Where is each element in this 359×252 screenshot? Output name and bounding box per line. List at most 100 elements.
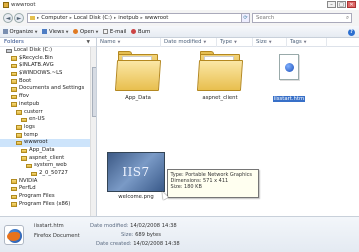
column-name-label: Name (100, 39, 116, 45)
help-icon[interactable]: ? (348, 28, 355, 36)
folder-tree-item[interactable]: $INLATB.AVG (0, 62, 96, 70)
folders-header[interactable]: Folders ▼ (0, 38, 96, 47)
folder-tree-item[interactable]: custerr (0, 109, 96, 117)
minimize-button[interactable]: – (327, 1, 336, 8)
folder-icon (16, 133, 22, 138)
column-type[interactable]: Type ▼ (217, 38, 253, 47)
back-button[interactable]: ◄ (3, 13, 13, 23)
image-thumbnail: IIS7 (107, 152, 165, 192)
details-file-name: iisstart.htm (34, 223, 64, 229)
maximize-button[interactable]: □ (337, 1, 346, 8)
folder-icon (21, 148, 27, 154)
column-tags[interactable]: Tags ▼ (287, 38, 327, 47)
file-item-aspnet-client[interactable]: aspnet_client (189, 51, 251, 101)
folder-tree-item[interactable]: inetpub (0, 101, 96, 109)
folder-icon (11, 102, 17, 107)
column-name[interactable]: Name ▼ (97, 38, 161, 47)
address-field[interactable]: ▸ Computer ▸ Local Disk (C:) ▸ inetpub ▸… (27, 13, 242, 23)
chevron-down-icon: ▼ (95, 29, 99, 34)
folder-tree-label: en-US (29, 116, 45, 123)
chevron-down-icon: ▼ (117, 40, 121, 44)
folder-icon (3, 2, 9, 8)
open-button[interactable]: Open ▼ (73, 29, 98, 35)
folder-icon (21, 156, 27, 161)
refresh-button[interactable]: ⟳ (241, 13, 250, 23)
window-controls: – □ ✕ (327, 1, 356, 8)
folder-tree-item[interactable]: Boot (0, 78, 96, 86)
column-size-label: Size (256, 39, 267, 45)
organize-label: Organize (9, 28, 34, 35)
chevron-down-icon: ▼ (34, 29, 38, 34)
folder-tree-label: $INLATB.AVG (19, 62, 54, 69)
forward-button[interactable]: ► (14, 13, 24, 23)
tooltip-type: Type: Portable Network Graphics (170, 171, 253, 178)
column-date-modified[interactable]: Date modified ▼ (161, 38, 217, 47)
folder-tree-label: inetpub (19, 100, 40, 107)
folder-tree: Local Disk (C:) $Recycle.Bin $INLATB.AVG $W… (0, 47, 96, 208)
folder-icon (11, 94, 17, 100)
chevron-down-icon: ▼ (268, 40, 272, 44)
close-button[interactable]: ✕ (347, 1, 356, 8)
folder-icon (31, 171, 37, 177)
folder-tree-label: ffov (19, 93, 30, 100)
views-label: Views (48, 28, 65, 35)
file-item-iisstart[interactable]: iisstart.htm (258, 50, 320, 102)
folder-icon (16, 140, 22, 146)
column-size[interactable]: Size ▼ (253, 38, 287, 47)
email-button[interactable]: E-mail (103, 29, 126, 35)
folder-tree-label: Boot (19, 77, 32, 84)
folder-tree-label: $WINDOWS.~LS (19, 70, 63, 77)
breadcrumb-computer[interactable]: Computer (41, 15, 67, 21)
nav-scrollbar-thumb[interactable] (91, 67, 96, 117)
folder-tree-item[interactable]: wwwroot (0, 139, 96, 147)
breadcrumb-wwwroot[interactable]: wwwroot (145, 15, 169, 21)
folder-tree-item[interactable]: temp (0, 132, 96, 140)
date-created-value: 14/02/2008 14:38 (133, 241, 180, 247)
breadcrumb-separator: ▸ (113, 15, 117, 21)
burn-button[interactable]: Burn (131, 29, 150, 35)
folder-tree-label: NVIDIA (19, 177, 38, 184)
folder-icon (30, 16, 35, 20)
chevron-down-icon: ▼ (86, 40, 90, 45)
folder-tree-item[interactable]: Local Disk (C:) (0, 47, 96, 55)
folder-tree-item[interactable]: 2_0_50727 (0, 170, 96, 178)
folder-tree-item[interactable]: $Recycle.Bin (0, 55, 96, 63)
file-tooltip: Type: Portable Network Graphics Dimensio… (167, 169, 259, 198)
folder-tree-item[interactable]: en-US (0, 116, 96, 124)
folder-icon (16, 110, 22, 115)
nav-scrollbar[interactable] (90, 47, 96, 216)
folder-icon (11, 194, 17, 200)
file-item-app-data[interactable]: App_Data (107, 51, 169, 101)
folder-tree-item[interactable]: Program Files (x86) (0, 201, 96, 209)
breadcrumb-separator: ▸ (140, 15, 143, 21)
drive-icon (6, 48, 12, 54)
burn-icon (131, 29, 137, 34)
folder-icon (21, 117, 27, 123)
search-icon[interactable]: ⌕ (346, 14, 349, 23)
breadcrumb-inetpub[interactable]: inetpub (118, 15, 138, 21)
folder-tree-item[interactable]: logs (0, 124, 96, 132)
views-button[interactable]: Views ▼ (42, 29, 68, 35)
folder-tree-item[interactable]: ffov (0, 93, 96, 101)
window-title: wwwroot (11, 2, 36, 8)
folder-icon (11, 63, 17, 69)
views-icon (42, 29, 48, 34)
folder-tree-item[interactable]: PerfLd (0, 185, 96, 193)
search-input[interactable]: Search ⌕ (252, 13, 352, 23)
folder-tree-item[interactable]: Documents and Settings (0, 85, 96, 93)
folder-tree-item[interactable]: NVIDIA (0, 178, 96, 186)
folder-tree-item[interactable]: App_Data (0, 147, 96, 155)
firefox-document-icon (267, 50, 311, 94)
folder-tree-label: system_web (34, 162, 67, 169)
organize-button[interactable]: Organize ▼ (3, 29, 37, 35)
folder-tree-item[interactable]: aspnet_client (0, 155, 96, 163)
folder-tree-item[interactable]: $WINDOWS.~LS (0, 70, 96, 78)
organize-icon (3, 29, 8, 34)
breadcrumb-local-disk[interactable]: Local Disk (C:) (74, 15, 112, 21)
folder-tree-item[interactable]: system_web (0, 162, 96, 170)
folder-icon (11, 71, 17, 77)
folder-icon (114, 51, 162, 93)
folder-tree-item[interactable]: Program Files (0, 193, 96, 201)
column-date-label: Date modified (164, 39, 202, 45)
title-bar: wwwroot – □ ✕ (0, 0, 359, 10)
